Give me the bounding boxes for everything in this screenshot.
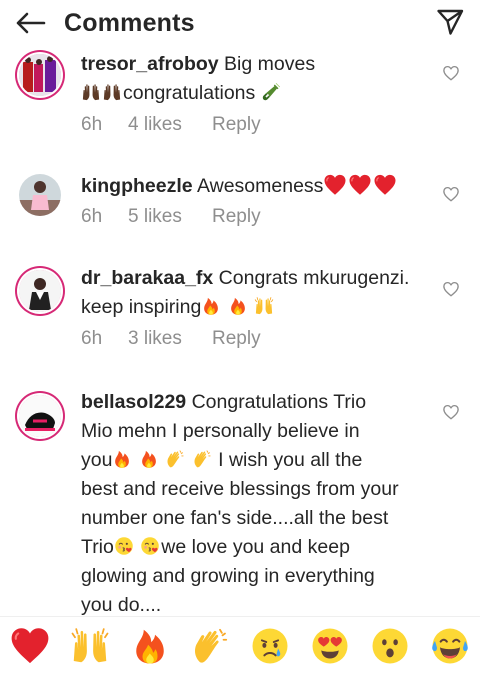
clapping-hands-icon [190, 626, 230, 666]
comments-list[interactable]: tresor_afroboy Big moves congratulations… [0, 46, 480, 616]
fire-icon [228, 296, 248, 316]
comment-body: we love you and keep [161, 536, 350, 558]
comment-text: kingpheezle Awesomeness [81, 172, 431, 201]
comment-body: Mio mehn I personally believe in [81, 420, 360, 442]
heart-eyes-emoji-button[interactable] [307, 623, 353, 669]
raised-hands-icon [81, 82, 101, 102]
comment-text: bellasol229 Congratulations Trio Mio meh… [81, 388, 441, 616]
comment-body: I wish you all the [212, 449, 363, 471]
comment-username[interactable]: bellasol229 [81, 391, 186, 413]
reply-button[interactable]: Reply [212, 206, 261, 228]
like-heart-icon[interactable] [442, 185, 460, 203]
red-heart-icon [373, 173, 397, 197]
comment-body: best and receive blessings from your [81, 478, 399, 500]
comment-likes[interactable]: 4 likes [128, 114, 212, 136]
reply-button[interactable]: Reply [212, 328, 261, 350]
comment-body: you [81, 449, 113, 471]
raised-hands-icon [254, 296, 274, 316]
fire-icon [139, 449, 159, 469]
comment-text: tresor_afroboy Big moves congratulations [81, 50, 431, 108]
like-heart-icon[interactable] [442, 280, 460, 298]
avatar[interactable] [19, 174, 61, 216]
comment-item: dr_barakaa_fx Congrats mkurugenzi. keep … [0, 260, 480, 380]
raised-hands-icon [70, 626, 110, 666]
avatar[interactable] [19, 395, 61, 437]
comment-username[interactable]: tresor_afroboy [81, 53, 219, 75]
back-arrow-icon[interactable] [14, 9, 46, 37]
comment-meta: 6h 3 likes Reply [81, 328, 261, 350]
comment-likes[interactable]: 3 likes [128, 328, 212, 350]
comment-item: tresor_afroboy Big moves congratulations… [0, 46, 480, 146]
comment-meta: 6h 4 likes Reply [81, 114, 261, 136]
comment-meta: 6h 5 likes Reply [81, 206, 261, 228]
like-heart-icon[interactable] [442, 403, 460, 421]
avatar[interactable] [19, 270, 61, 312]
heart-eyes-face-icon [310, 626, 350, 666]
comment-body: number one fan's side....all the best [81, 507, 389, 529]
clapping-hands-emoji-button[interactable] [187, 623, 233, 669]
surprised-emoji-button[interactable] [367, 623, 413, 669]
comment-body: glowing and growing in everything [81, 565, 375, 587]
comment-text: dr_barakaa_fx Congrats mkurugenzi. keep … [81, 264, 431, 322]
reply-button[interactable]: Reply [212, 114, 261, 136]
comment-body: congratulations [123, 82, 261, 104]
comment-username[interactable]: kingpheezle [81, 175, 193, 197]
comment-time: 6h [81, 114, 103, 135]
comment-likes[interactable]: 5 likes [128, 206, 212, 228]
comment-item: bellasol229 Congratulations Trio Mio meh… [0, 384, 480, 616]
fire-emoji-button[interactable] [127, 623, 173, 669]
fire-icon [130, 626, 170, 666]
red-heart-icon [348, 173, 372, 197]
red-heart-icon [9, 625, 51, 667]
sad-tear-face-icon [250, 626, 290, 666]
top-bar: Comments [0, 0, 480, 46]
surprised-face-icon [370, 626, 410, 666]
raised-hands-icon [102, 82, 122, 102]
comment-time: 6h [81, 206, 103, 227]
tears-of-joy-emoji-button[interactable] [427, 623, 473, 669]
red-heart-icon [323, 173, 347, 197]
comment-body: keep inspiring [81, 296, 202, 318]
like-heart-icon[interactable] [442, 64, 460, 82]
page-title: Comments [64, 8, 195, 37]
comment-body: Big moves [218, 53, 316, 75]
champagne-bottle-icon [261, 82, 281, 102]
comment-body: you do.... [81, 594, 162, 616]
comment-username[interactable]: dr_barakaa_fx [81, 267, 213, 289]
raised-hands-emoji-button[interactable] [67, 623, 113, 669]
avatar[interactable] [19, 54, 61, 96]
clapping-hands-icon [165, 449, 185, 469]
emoji-reaction-bar [0, 616, 480, 674]
tears-of-joy-face-icon [430, 626, 470, 666]
kissing-face-icon [140, 536, 160, 556]
comment-body: Congratulations Trio [186, 391, 367, 413]
sad-face-emoji-button[interactable] [247, 623, 293, 669]
comment-body: Awesomeness [192, 175, 324, 197]
direct-send-icon[interactable] [436, 8, 464, 36]
comment-item: kingpheezle Awesomeness 6h 5 likes Reply [0, 168, 480, 248]
comment-time: 6h [81, 328, 103, 349]
fire-icon [201, 296, 221, 316]
fire-icon [112, 449, 132, 469]
kissing-face-icon [114, 536, 134, 556]
clapping-hands-icon [192, 449, 212, 469]
comment-body: Trio [81, 536, 114, 558]
red-heart-emoji-button[interactable] [7, 623, 53, 669]
comment-body: Congrats mkurugenzi. [213, 267, 410, 289]
